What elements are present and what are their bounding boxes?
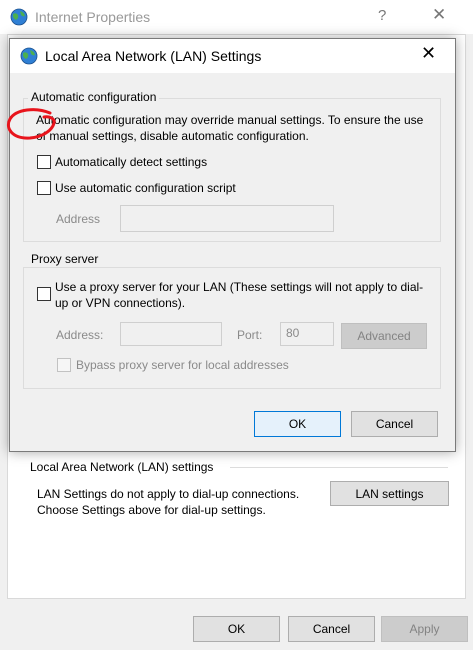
config-script-label[interactable]: Use automatic configuration script	[55, 180, 236, 196]
dialog-cancel-button[interactable]: Cancel	[351, 411, 438, 437]
bypass-local-checkbox[interactable]	[57, 358, 71, 372]
automatic-configuration-description: Automatic configuration may override man…	[36, 113, 424, 143]
ok-button[interactable]: OK	[193, 616, 280, 642]
proxy-address-label: Address:	[56, 328, 104, 342]
dialog-ok-button[interactable]: OK	[254, 411, 341, 437]
automatic-configuration-label: Automatic configuration	[28, 90, 160, 104]
apply-button[interactable]: Apply	[381, 616, 468, 642]
window-title: Internet Properties	[35, 9, 151, 25]
globe-network-icon	[10, 8, 28, 26]
proxy-address-input[interactable]	[120, 322, 222, 346]
proxy-port-label: Port:	[237, 328, 263, 342]
proxy-port-input[interactable]: 80	[280, 322, 334, 346]
config-script-checkbox[interactable]	[37, 181, 51, 195]
proxy-server-label: Proxy server	[28, 252, 102, 266]
close-icon[interactable]: ✕	[421, 43, 436, 64]
cancel-button[interactable]: Cancel	[288, 616, 375, 642]
auto-detect-label[interactable]: Automatically detect settings	[55, 154, 207, 170]
lan-settings-titlebar: Local Area Network (LAN) Settings ✕	[10, 39, 455, 73]
help-icon[interactable]: ?	[378, 7, 386, 24]
advanced-button[interactable]: Advanced	[341, 323, 427, 349]
auto-detect-checkbox[interactable]	[37, 155, 51, 169]
internet-properties-titlebar: Internet Properties ? ✕	[0, 0, 473, 34]
lan-settings-group-label: Local Area Network (LAN) settings	[30, 460, 216, 474]
group-divider	[230, 467, 448, 468]
lan-settings-description: LAN Settings do not apply to dial-up con…	[37, 487, 300, 517]
bypass-local-label[interactable]: Bypass proxy server for local addresses	[76, 357, 289, 373]
close-icon[interactable]: ✕	[432, 5, 446, 25]
lan-settings-button[interactable]: LAN settings	[330, 481, 449, 506]
use-proxy-label[interactable]: Use a proxy server for your LAN (These s…	[55, 279, 435, 311]
use-proxy-checkbox[interactable]	[37, 287, 51, 301]
script-address-label: Address	[56, 212, 101, 226]
lan-settings-dialog: Local Area Network (LAN) Settings ✕ Auto…	[9, 38, 456, 452]
script-address-input[interactable]	[120, 205, 334, 232]
globe-network-icon	[20, 47, 38, 65]
dialog-title: Local Area Network (LAN) Settings	[45, 48, 262, 64]
